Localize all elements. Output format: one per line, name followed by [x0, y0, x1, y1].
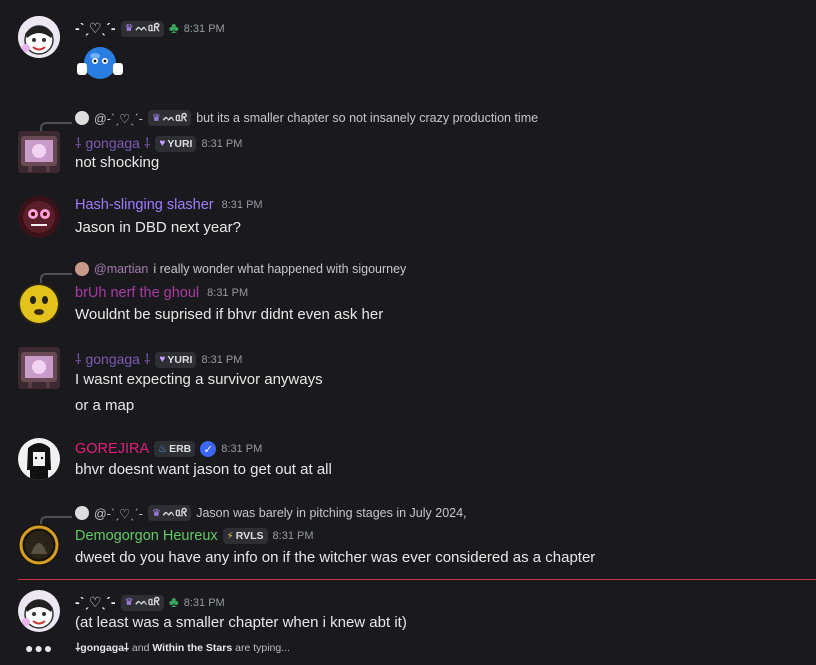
new-messages-divider — [18, 579, 816, 580]
verified-icon: ✓ — [200, 441, 217, 457]
author-name[interactable]: ⸸ gongaga ⸸ — [75, 134, 150, 153]
message-header: Hash-slinging slasher 8:31 PM — [75, 197, 263, 213]
tag-icon: ♛ — [124, 597, 134, 608]
tag-label: YURI — [167, 353, 193, 366]
typing-suffix: are typing... — [235, 642, 290, 654]
avatar[interactable] — [18, 196, 60, 238]
server-tag[interactable]: ♛ ᨓᥲᖇ — [120, 594, 164, 611]
thumbs-up-emoji[interactable] — [76, 43, 124, 88]
reply-tag: ♛ ᨓᥲᖇ — [147, 110, 192, 126]
reply-author: @-ˋˏ♡ˎˊ- — [94, 506, 143, 521]
clover-icon: ♣ — [168, 20, 179, 37]
timestamp: 8:31 PM — [272, 530, 314, 542]
message-content: or a map — [75, 397, 135, 414]
message-header: -ˋˏ♡ˎˊ- ♛ ᨓᥲᖇ ♣ 8:31 PM — [75, 20, 225, 37]
author-name[interactable]: brUh nerf the ghoul — [75, 285, 199, 301]
message-content: (at least was a smaller chapter when i k… — [75, 614, 407, 631]
timestamp: 8:31 PM — [201, 137, 243, 150]
heart-icon: ♥ — [159, 354, 166, 365]
typing-and: and — [131, 642, 150, 654]
tag-label: ERB — [169, 443, 192, 455]
reply-author: @martian — [94, 262, 149, 276]
tag-label: YURI — [167, 137, 193, 150]
reply-preview[interactable]: @-ˋˏ♡ˎˊ- ♛ ᨓᥲᖇ but its a smaller chapter … — [75, 110, 538, 126]
message-content: not shocking — [75, 154, 160, 171]
author-name[interactable]: Demogorgon Heureux — [75, 528, 218, 544]
author-name[interactable]: -ˋˏ♡ˎˊ- — [75, 20, 116, 37]
timestamp: 8:31 PM — [183, 22, 225, 35]
typing-indicator: ●●● ⸸gongaga⸸ and Within the Stars are t… — [25, 640, 290, 656]
avatar[interactable] — [18, 347, 60, 389]
typing-user: ⸸gongaga⸸ — [75, 642, 129, 654]
timestamp: 8:31 PM — [201, 353, 243, 366]
avatar[interactable] — [18, 438, 60, 480]
tag-icon: ♛ — [151, 112, 161, 124]
reply-author: @-ˋˏ♡ˎˊ- — [94, 111, 143, 126]
message-content: bhvr doesnt want jason to get out at all — [75, 461, 332, 478]
reply-preview[interactable]: @martian i really wonder what happened w… — [75, 262, 406, 276]
avatar[interactable] — [18, 524, 60, 566]
timestamp: 8:31 PM — [221, 443, 263, 455]
message-header: ⸸ gongaga ⸸ ♥ YURI 8:31 PM — [75, 350, 242, 369]
reply-avatar — [75, 506, 89, 520]
author-name[interactable]: -ˋˏ♡ˎˊ- — [75, 594, 116, 611]
author-name[interactable]: ⸸ gongaga ⸸ — [75, 350, 150, 369]
message-content: Jason in DBD next year? — [75, 219, 241, 236]
message-content: I wasnt expecting a survivor anyways — [75, 371, 323, 388]
typing-user: Within the Stars — [152, 642, 233, 654]
tag-icon: ♛ — [124, 23, 134, 34]
server-tag[interactable]: ♨ ERB — [154, 441, 196, 457]
message-content: dweet do you have any info on if the wit… — [75, 549, 596, 566]
timestamp: 8:31 PM — [207, 287, 249, 299]
server-tag[interactable]: ♥ YURI — [155, 135, 197, 152]
server-tag[interactable]: ♥ YURI — [155, 351, 197, 368]
avatar[interactable] — [18, 16, 60, 58]
reply-tag: ♛ ᨓᥲᖇ — [147, 505, 192, 521]
message-header: Demogorgon Heureux ⚡ RVLS 8:31 PM — [75, 528, 314, 544]
message-header: ⸸ gongaga ⸸ ♥ YURI 8:31 PM — [75, 134, 242, 153]
message-header: brUh nerf the ghoul 8:31 PM — [75, 285, 248, 301]
flame-icon: ♨ — [158, 443, 168, 455]
clover-icon: ♣ — [168, 594, 179, 611]
reply-preview[interactable]: @-ˋˏ♡ˎˊ- ♛ ᨓᥲᖇ Jason was barely in pitchi… — [75, 505, 467, 521]
author-name[interactable]: Hash-slinging slasher — [75, 197, 214, 213]
tag-label: ᨓᥲᖇ — [135, 22, 160, 34]
tag-icon: ♛ — [151, 507, 161, 519]
tag-label: RVLS — [235, 530, 264, 542]
heart-icon: ♥ — [159, 138, 166, 149]
typing-dots-icon: ●●● — [25, 640, 54, 656]
reply-text: but its a smaller chapter so not insanel… — [196, 111, 539, 125]
message-content: Wouldnt be suprised if bhvr didnt even a… — [75, 306, 384, 323]
timestamp: 8:31 PM — [221, 199, 263, 211]
tag-label: ᨓᥲᖇ — [135, 596, 160, 608]
tag-label: ᨓᥲᖇ — [162, 111, 188, 124]
message-header: GOREJIRA ♨ ERB ✓ 8:31 PM — [75, 441, 262, 457]
server-tag[interactable]: ♛ ᨓᥲᖇ — [120, 20, 164, 37]
reply-text: i really wonder what happened with sigou… — [153, 262, 407, 276]
lightning-icon: ⚡ — [226, 530, 234, 542]
timestamp: 8:31 PM — [183, 596, 225, 609]
avatar[interactable] — [18, 283, 60, 325]
author-name[interactable]: GOREJIRA — [75, 441, 149, 457]
reply-avatar — [75, 111, 89, 125]
tag-label: ᨓᥲᖇ — [162, 506, 188, 519]
avatar[interactable] — [18, 131, 60, 173]
reply-text: Jason was barely in pitching stages in J… — [196, 506, 467, 520]
avatar[interactable] — [18, 590, 60, 632]
message-header: -ˋˏ♡ˎˊ- ♛ ᨓᥲᖇ ♣ 8:31 PM — [75, 594, 225, 611]
server-tag[interactable]: ⚡ RVLS — [222, 528, 268, 544]
reply-avatar — [75, 262, 89, 276]
